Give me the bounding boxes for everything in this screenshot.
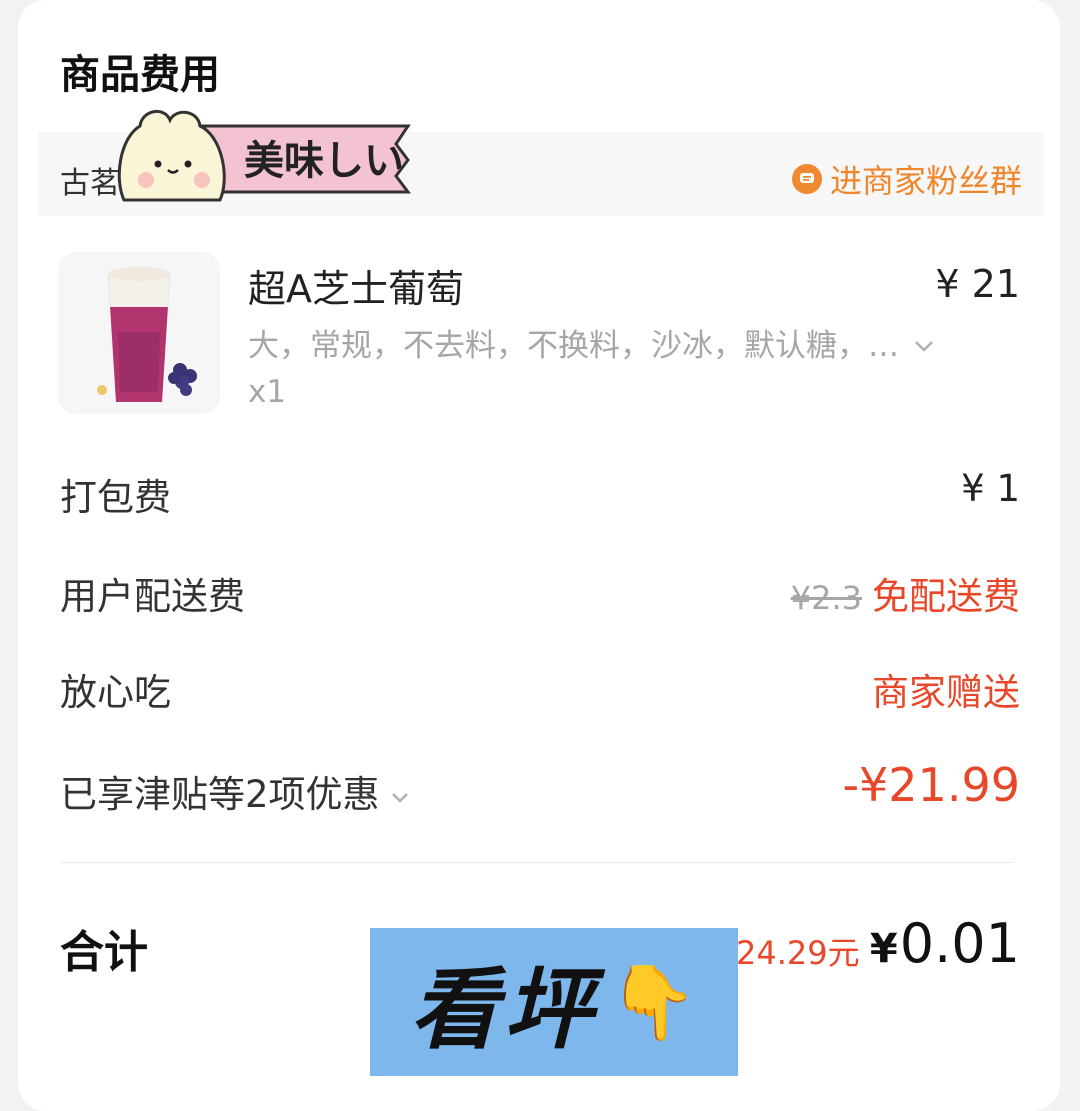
product-name[interactable]: 超A芝士葡萄 <box>248 258 464 313</box>
delivery-fee-label: 用户配送费 <box>60 575 245 618</box>
fan-group-label: 进商家粉丝群 <box>829 162 1022 200</box>
bunny-sticker: 美味しい <box>117 110 411 202</box>
overlay-text: 看坪 <box>410 957 599 1061</box>
packing-fee-value: ¥ 1 <box>961 467 1020 510</box>
discount-value: -¥21.99 <box>842 758 1020 812</box>
divider <box>60 862 1014 863</box>
original-total: 24.29元 <box>736 934 860 972</box>
product-quantity: x1 <box>248 374 287 410</box>
discount-toggle[interactable]: 已享津贴等2项优惠 <box>60 764 410 818</box>
section-title: 商品费用 <box>60 52 220 98</box>
chevron-down-icon <box>390 770 410 813</box>
free-delivery-text: 免配送费 <box>872 575 1020 618</box>
chat-icon <box>791 164 822 194</box>
worry-free-value: 商家赠送 <box>872 671 1020 714</box>
sticker-text: 美味しい <box>244 138 404 184</box>
overlay-banner: 看坪 👇 <box>370 928 738 1076</box>
delivery-fee-value: ¥2.3 免配送费 <box>791 566 1020 620</box>
currency-symbol: ¥ <box>869 926 898 972</box>
delivery-original-price: ¥2.3 <box>790 579 862 617</box>
product-spec[interactable]: 大，常规，不去料，不换料，沙冰，默认糖，… <box>248 320 1038 365</box>
discount-label: 已享津贴等2项优惠 <box>60 773 380 816</box>
fan-group-link[interactable]: 进商家粉丝群 <box>791 156 1022 202</box>
worry-free-label: 放心吃 <box>60 671 171 714</box>
pointing-down-icon: 👇 <box>608 959 698 1044</box>
final-amount: 0.01 <box>899 912 1020 975</box>
total-label: 合计 <box>60 927 148 978</box>
product-image[interactable] <box>58 252 220 414</box>
product-price: ¥ 21 <box>935 262 1020 306</box>
chevron-down-icon[interactable] <box>913 325 935 361</box>
shop-name[interactable]: 古茗 <box>60 158 120 202</box>
packing-fee-label: 打包费 <box>60 476 171 519</box>
final-total: ¥0.01 <box>870 912 1020 975</box>
product-spec-text: 大，常规，不去料，不换料，沙冰，默认糖，… <box>248 328 899 364</box>
